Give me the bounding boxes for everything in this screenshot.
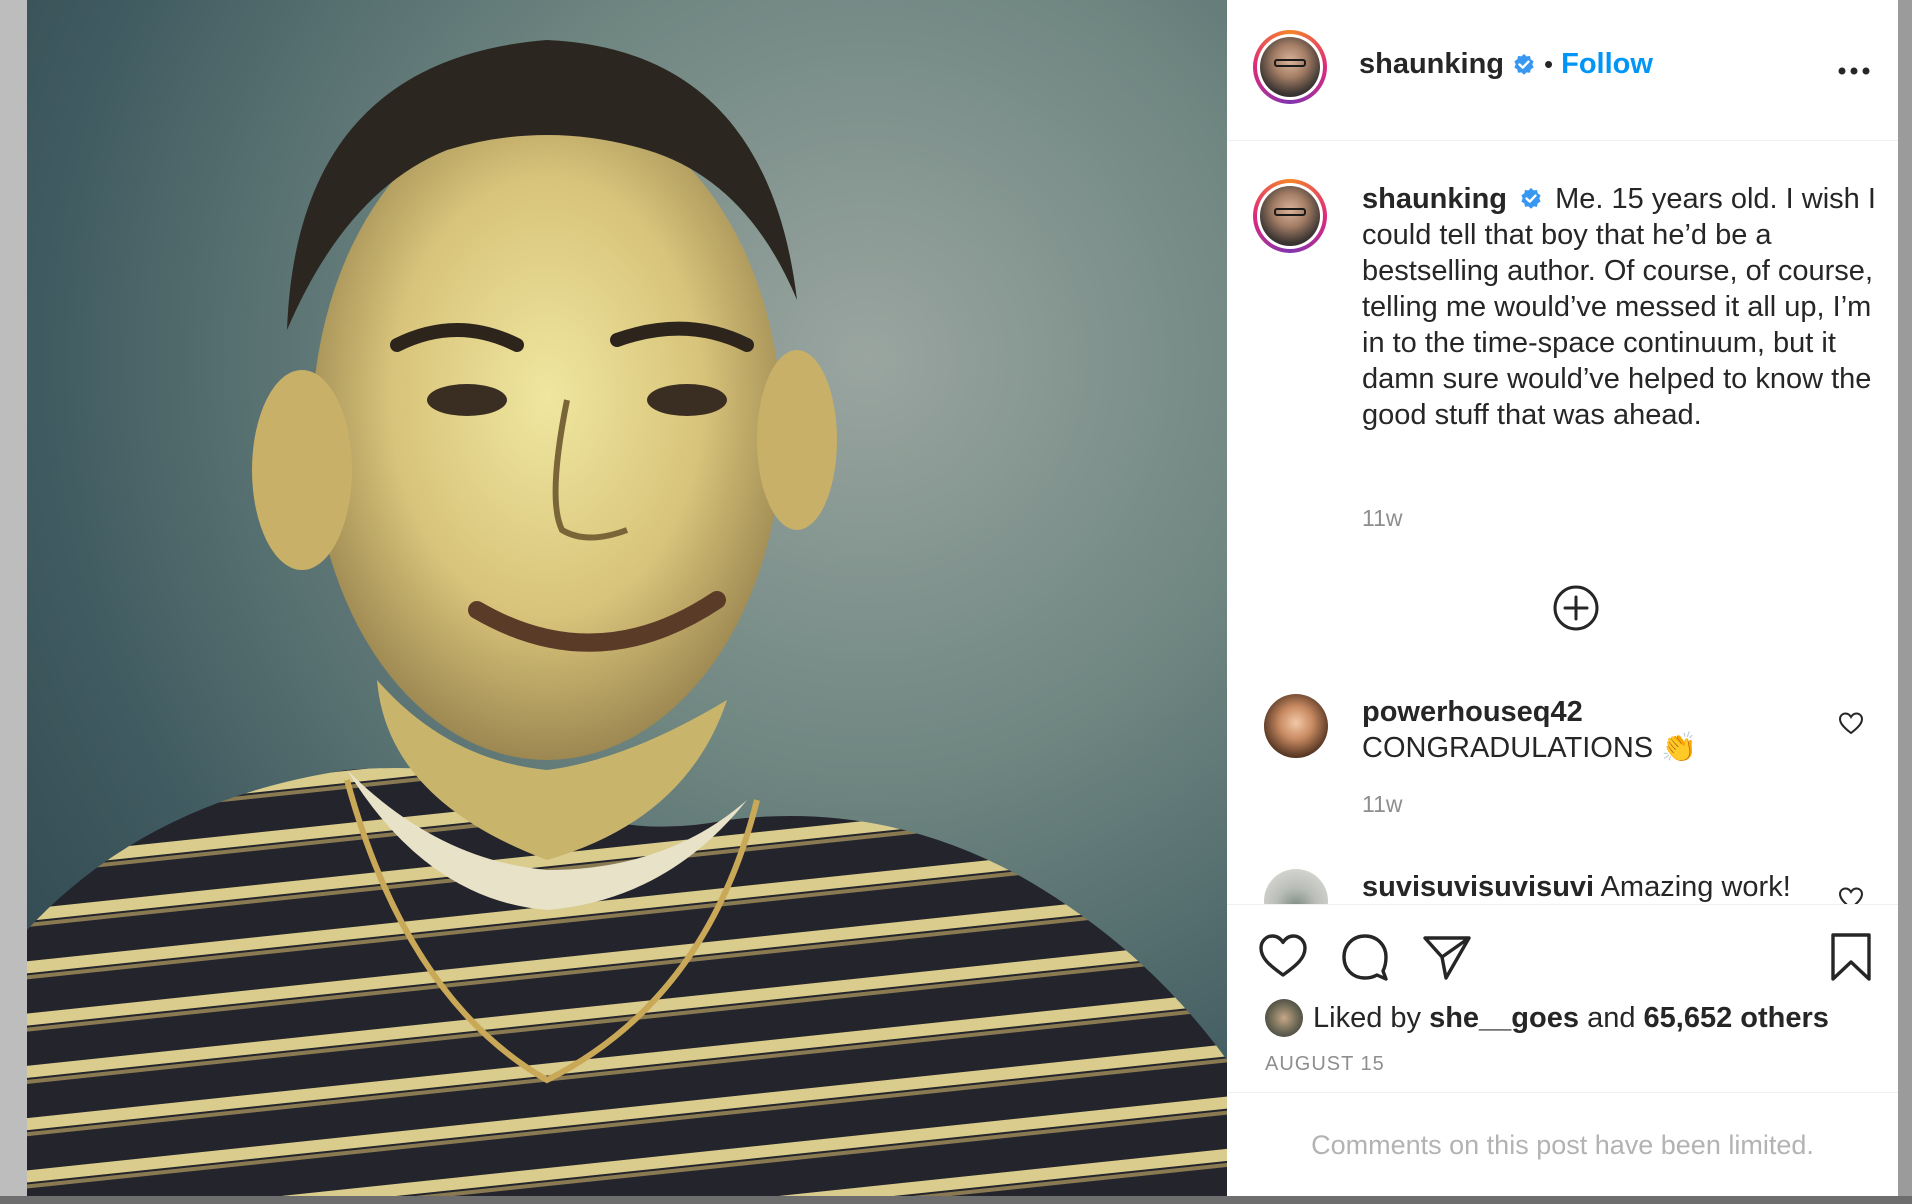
more-icon[interactable] bbox=[1834, 56, 1874, 86]
likes-count[interactable]: 65,652 others bbox=[1644, 1002, 1829, 1035]
header-author-row: shaunking • Follow bbox=[1359, 48, 1653, 81]
liker-username[interactable]: she__goes bbox=[1429, 1002, 1579, 1035]
comment-timestamp[interactable]: 11w bbox=[1362, 791, 1403, 818]
caption-timestamp[interactable]: 11w bbox=[1362, 505, 1403, 532]
heart-icon[interactable] bbox=[1838, 886, 1864, 904]
plus-circle-icon[interactable] bbox=[1551, 583, 1601, 633]
comment-avatar[interactable] bbox=[1264, 694, 1328, 758]
comment-username[interactable]: suvisuvisuvisuvi bbox=[1362, 871, 1594, 903]
separator-dot: • bbox=[1544, 49, 1554, 79]
caption: shaunking Me. 15 years old. I wish I cou… bbox=[1362, 181, 1877, 433]
post-actions: Liked by she__goes and 65,652 others AUG… bbox=[1227, 904, 1898, 1093]
caption-username[interactable]: shaunking bbox=[1362, 183, 1507, 215]
verified-icon bbox=[1521, 188, 1541, 209]
comment-avatar[interactable] bbox=[1264, 869, 1328, 904]
author-avatar[interactable] bbox=[1253, 30, 1327, 104]
caption-avatar[interactable] bbox=[1253, 179, 1327, 253]
comment-username[interactable]: powerhouseq42 bbox=[1362, 696, 1583, 728]
liker-avatar[interactable] bbox=[1265, 999, 1303, 1037]
background-page-edge-right bbox=[1898, 0, 1912, 1204]
share-icon[interactable] bbox=[1421, 931, 1473, 983]
heart-icon[interactable] bbox=[1838, 711, 1864, 737]
background-page-edge-bottom bbox=[0, 1196, 1912, 1204]
header-username[interactable]: shaunking bbox=[1359, 48, 1504, 81]
bookmark-icon[interactable] bbox=[1825, 931, 1877, 983]
comment-text: CONGRADULATIONS 👏 bbox=[1362, 732, 1698, 764]
comment-icon[interactable] bbox=[1339, 931, 1391, 983]
caption-body: Me. 15 years old. I wish I could tell th… bbox=[1362, 183, 1876, 431]
portrait-illustration bbox=[27, 40, 1227, 1196]
post-date[interactable]: AUGUST 15 bbox=[1265, 1053, 1385, 1076]
post-header: shaunking • Follow bbox=[1227, 0, 1898, 141]
post-sidebar: shaunking • Follow shaunking Me. 15 year… bbox=[1227, 0, 1898, 1196]
post-modal: shaunking • Follow shaunking Me. 15 year… bbox=[27, 0, 1898, 1196]
comments-limited-notice: Comments on this post have been limited. bbox=[1227, 1092, 1898, 1197]
comment-item: suvisuvisuvisuvi Amazing work! bbox=[1362, 869, 1791, 904]
background-page-edge-left bbox=[0, 0, 27, 1204]
comments-scroll-area[interactable]: shaunking Me. 15 years old. I wish I cou… bbox=[1227, 141, 1898, 904]
comment-text: Amazing work! bbox=[1600, 871, 1791, 903]
comment-item: powerhouseq42 CONGRADULATIONS 👏 bbox=[1362, 694, 1697, 766]
likes-summary: Liked by she__goes and 65,652 others bbox=[1265, 999, 1829, 1037]
likes-prefix: Liked by bbox=[1313, 1001, 1422, 1034]
verified-icon bbox=[1514, 53, 1534, 75]
follow-button[interactable]: Follow bbox=[1561, 48, 1653, 81]
post-photo[interactable] bbox=[27, 0, 1227, 1196]
heart-icon[interactable] bbox=[1257, 931, 1309, 983]
likes-middle: and bbox=[1587, 1001, 1636, 1034]
